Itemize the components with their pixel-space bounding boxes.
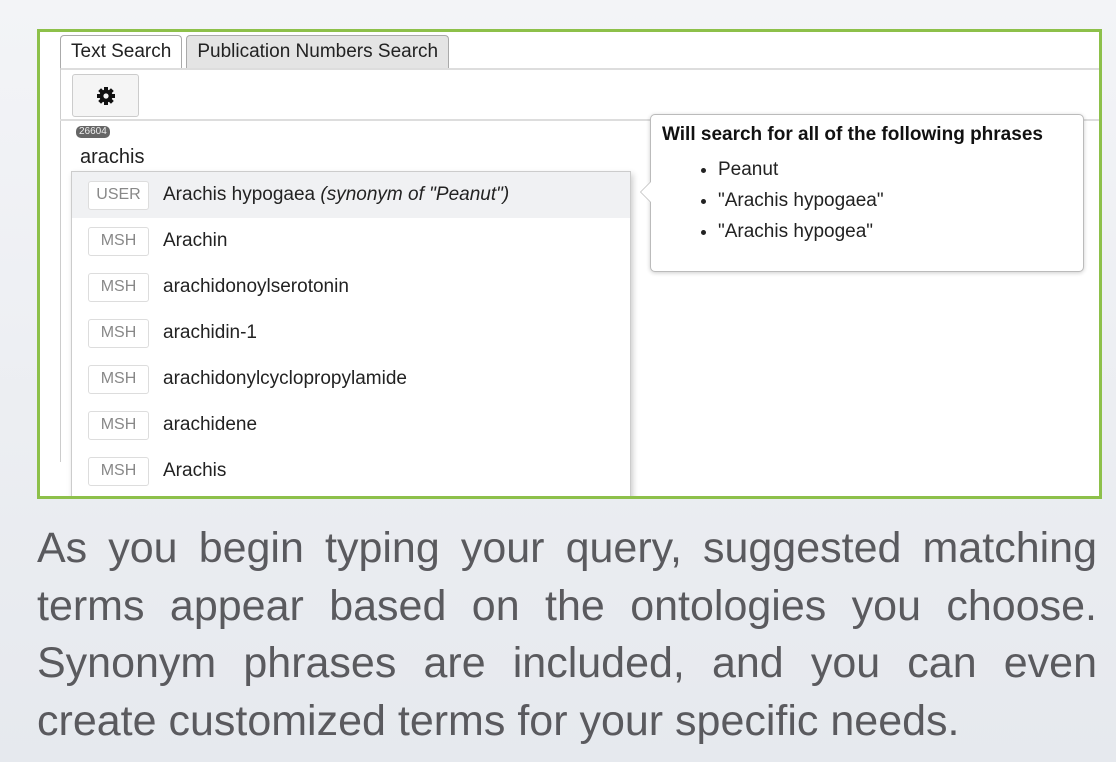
tab-text-search[interactable]: Text Search (60, 35, 183, 68)
tab-publication-numbers-search[interactable]: Publication Numbers Search (186, 35, 450, 68)
search-input[interactable]: arachis (80, 146, 144, 169)
suggestion-term: Arachis (163, 460, 227, 481)
suggestion-term: arachidin-1 (163, 322, 257, 343)
suggestion-item[interactable]: MSH arachidin-1 (72, 310, 630, 356)
synonym-popover: Will search for all of the following phr… (640, 114, 1084, 272)
suggestion-item[interactable]: USER Arachis hypogaea (synonym of "Peanut… (72, 172, 630, 218)
phrase-item: "Arachis hypogaea" (718, 185, 1072, 216)
suggestion-term: Arachin (163, 230, 228, 251)
suggestion-item[interactable]: MSH Arachis (72, 448, 630, 494)
result-count-badge: 26604 (76, 126, 110, 138)
suggestion-item[interactable]: MSH Arachin (72, 218, 630, 264)
synonym-note: (synonym of "Peanut") (320, 184, 510, 205)
phrase-list: Peanut "Arachis hypogaea" "Arachis hypog… (662, 154, 1072, 247)
suggestion-term: Arachis hypogaea (163, 184, 316, 205)
divider (60, 68, 61, 462)
source-badge: MSH (88, 272, 149, 302)
source-badge: MSH (88, 456, 149, 486)
source-badge: MSH (88, 318, 149, 348)
settings-button[interactable] (72, 74, 139, 117)
source-badge: MSH (88, 226, 149, 256)
suggestion-dropdown: USER Arachis hypogaea (synonym of "Peanut… (71, 171, 631, 496)
gear-icon (96, 86, 115, 105)
screenshot-frame: Text Search Publication Numbers Search 2… (37, 29, 1102, 499)
phrase-item: "Arachis hypogea" (718, 216, 1072, 247)
source-badge: MSH (88, 410, 149, 440)
suggestion-term: arachidene (163, 414, 258, 435)
search-tabs: Text Search Publication Numbers Search (60, 35, 450, 68)
popover-arrow (640, 181, 651, 203)
divider (60, 68, 1099, 70)
suggestion-item[interactable]: MSH arachidonoylserotonin (72, 264, 630, 310)
suggestion-term: arachidonylcyclopropylamide (163, 368, 407, 389)
phrase-item: Peanut (718, 154, 1072, 185)
suggestion-term: arachidonoylserotonin (163, 276, 349, 297)
caption: As you begin typing your query, suggeste… (37, 524, 1097, 745)
popover-title: Will search for all of the following phr… (662, 124, 1043, 145)
suggestion-item[interactable]: MSH arachidonylcyclopropylamide (72, 356, 630, 402)
source-badge: USER (88, 180, 149, 210)
suggestion-item[interactable]: MSH arachidene (72, 402, 630, 448)
source-badge: MSH (88, 364, 149, 394)
